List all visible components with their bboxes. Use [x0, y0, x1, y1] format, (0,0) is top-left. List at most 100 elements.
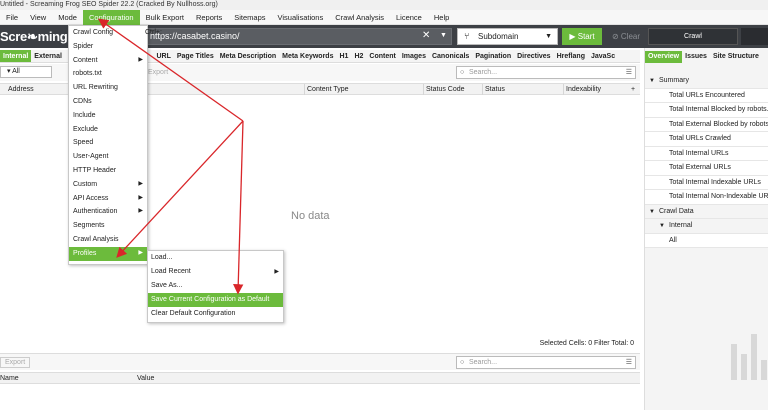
tab-internal[interactable]: Internal	[0, 50, 32, 62]
details-toolbar: Export ○ Search... ☰	[0, 353, 640, 370]
profiles-item-load[interactable]: Load...	[148, 251, 283, 265]
tab-javascript[interactable]: JavaSc	[588, 50, 618, 62]
col-indexability[interactable]: Indexability	[566, 84, 601, 95]
menu-sitemaps[interactable]: Sitemaps	[228, 10, 271, 25]
filter-options-icon[interactable]: ☰	[626, 357, 632, 368]
overview-row-total-urls-crawled[interactable]: Total URLs Crawled	[645, 132, 768, 147]
tab-h1[interactable]: H1	[336, 50, 351, 62]
menu-item-custom[interactable]: Custom ▶	[69, 178, 147, 192]
start-button[interactable]: ▶ Start	[562, 28, 602, 45]
menu-configuration[interactable]: Configuration	[82, 9, 140, 25]
clear-button[interactable]: ⊘ Clear	[607, 28, 645, 45]
crawl-button[interactable]: Crawl	[648, 28, 738, 45]
col-address[interactable]: Address	[8, 84, 34, 95]
overview-row-all[interactable]: All	[645, 233, 768, 248]
overview-row-total-internal-indexable-urls[interactable]: Total Internal Indexable URLs	[645, 175, 768, 190]
tab-overview[interactable]: Overview	[645, 51, 683, 63]
menu-licence[interactable]: Licence	[390, 10, 428, 25]
profiles-item-save-as[interactable]: Save As...	[148, 279, 283, 293]
col-content-type[interactable]: Content Type	[307, 84, 349, 95]
menu-item-spider[interactable]: Spider	[69, 40, 147, 54]
menu-item-user-agent[interactable]: User-Agent	[69, 150, 147, 164]
chevron-down-icon: ▼	[545, 33, 552, 40]
col-status[interactable]: Status	[485, 84, 505, 95]
overview-row-total-urls-encountered[interactable]: Total URLs Encountered	[645, 88, 768, 103]
crawl-mode-select[interactable]: ⑂ Subdomain ▼	[457, 28, 558, 45]
tab-site-structure[interactable]: Site Structure	[710, 51, 762, 63]
clear-url-icon[interactable]: ✕	[422, 29, 430, 43]
menu-item-label: CDNs	[73, 97, 92, 105]
profiles-item-load-recent[interactable]: Load Recent ▶	[148, 265, 283, 279]
tab-url[interactable]: URL	[153, 50, 173, 62]
profiles-item-label: Clear Default Configuration	[151, 310, 236, 317]
menu-bulk-export[interactable]: Bulk Export	[140, 10, 190, 25]
url-input[interactable]: https://casabet.casino/	[145, 28, 452, 45]
export-button[interactable]: Export	[148, 67, 168, 78]
overview-row-crawl-data[interactable]: ▼ Crawl Data	[645, 204, 768, 219]
details-search-input[interactable]: ○ Search... ☰	[456, 356, 636, 369]
menu-item-authentication[interactable]: Authentication ▶	[69, 205, 147, 219]
menu-crawl-analysis[interactable]: Crawl Analysis	[329, 10, 390, 25]
menu-item-robots-txt[interactable]: robots.txt	[69, 67, 147, 81]
menu-item-api-access[interactable]: API Access ▶	[69, 192, 147, 206]
menu-item-exclude[interactable]: Exclude	[69, 123, 147, 137]
menu-item-http-header[interactable]: HTTP Header	[69, 164, 147, 178]
menu-view[interactable]: View	[24, 10, 52, 25]
expand-triangle-icon[interactable]: ▼	[659, 219, 669, 233]
profiles-item-clear-default-configuration[interactable]: Clear Default Configuration	[148, 307, 283, 321]
overview-row-total-external-blocked-by-robots-txt[interactable]: Total External Blocked by robots.txt	[645, 117, 768, 132]
tab-external[interactable]: External	[31, 50, 65, 62]
overview-row-total-external-urls[interactable]: Total External URLs	[645, 161, 768, 176]
filter-options-icon[interactable]: ☰	[626, 67, 632, 78]
menu-item-speed[interactable]: Speed	[69, 136, 147, 150]
tab-h2[interactable]: H2	[351, 50, 366, 62]
expand-triangle-icon[interactable]: ▼	[649, 74, 659, 88]
tab-images[interactable]: Images	[399, 50, 429, 62]
tab-meta-keywords[interactable]: Meta Keywords	[279, 50, 336, 62]
col-name[interactable]: Name	[0, 373, 19, 384]
tab-content[interactable]: Content	[366, 50, 398, 62]
overview-row-total-internal-blocked-by-robots-txt[interactable]: Total Internal Blocked by robots.txt	[645, 103, 768, 118]
filter-select[interactable]: ▾ All	[0, 66, 52, 78]
expand-triangle-icon[interactable]: ▼	[649, 205, 659, 219]
menu-item-cdns[interactable]: CDNs	[69, 95, 147, 109]
filter-value: All	[12, 68, 20, 75]
overview-row-total-internal-urls[interactable]: Total Internal URLs	[645, 146, 768, 161]
tab-hreflang[interactable]: Hreflang	[554, 50, 588, 62]
menu-help[interactable]: Help	[428, 10, 455, 25]
col-value[interactable]: Value	[137, 373, 154, 384]
menu-item-profiles[interactable]: Profiles ▶	[69, 246, 147, 261]
overview-row-internal[interactable]: ▼ Internal	[645, 219, 768, 234]
menu-item-include[interactable]: Include	[69, 109, 147, 123]
col-separator	[482, 84, 483, 95]
tab-canonicals[interactable]: Canonicals	[429, 50, 472, 62]
profiles-item-save-current-configuration-as-default[interactable]: Save Current Configuration as Default	[148, 293, 283, 307]
col-separator	[423, 84, 424, 95]
menu-item-content[interactable]: Content ▶	[69, 54, 147, 68]
overview-row-total-internal-non-indexable-urls[interactable]: Total Internal Non-Indexable URLs	[645, 190, 768, 205]
menu-visualisations[interactable]: Visualisations	[272, 10, 330, 25]
menu-item-segments[interactable]: Segments	[69, 219, 147, 233]
tab-issues[interactable]: Issues	[682, 51, 710, 63]
search-input[interactable]: ○ Search... ☰	[456, 66, 636, 79]
tab-directives[interactable]: Directives	[514, 50, 553, 62]
menu-item-url-rewriting[interactable]: URL Rewriting	[69, 81, 147, 95]
menu-item-label: User-Agent	[73, 153, 109, 161]
right-tabs: Overview Issues Site Structure	[645, 51, 762, 63]
tab-meta-description[interactable]: Meta Description	[217, 50, 279, 62]
empty-state: No data	[291, 210, 330, 222]
tab-page-titles[interactable]: Page Titles	[174, 50, 217, 62]
menu-file[interactable]: File	[0, 10, 24, 25]
overview-row-summary[interactable]: ▼ Summary	[645, 74, 768, 89]
menu-item-crawl-config[interactable]: Crawl Config Ctrl+;	[69, 26, 162, 40]
url-history-chevron-icon[interactable]: ▼	[440, 29, 447, 43]
menu-reports[interactable]: Reports	[190, 10, 228, 25]
menu-item-crawl-analysis[interactable]: Crawl Analysis	[69, 233, 147, 247]
col-separator	[304, 84, 305, 95]
col-status-code[interactable]: Status Code	[426, 84, 465, 95]
tab-pagination[interactable]: Pagination	[472, 50, 514, 62]
details-export-button[interactable]: Export	[0, 357, 30, 368]
menu-mode[interactable]: Mode	[52, 10, 83, 25]
profiles-item-label: Save Current Configuration as Default	[151, 296, 270, 303]
add-column-icon[interactable]: +	[631, 84, 635, 95]
